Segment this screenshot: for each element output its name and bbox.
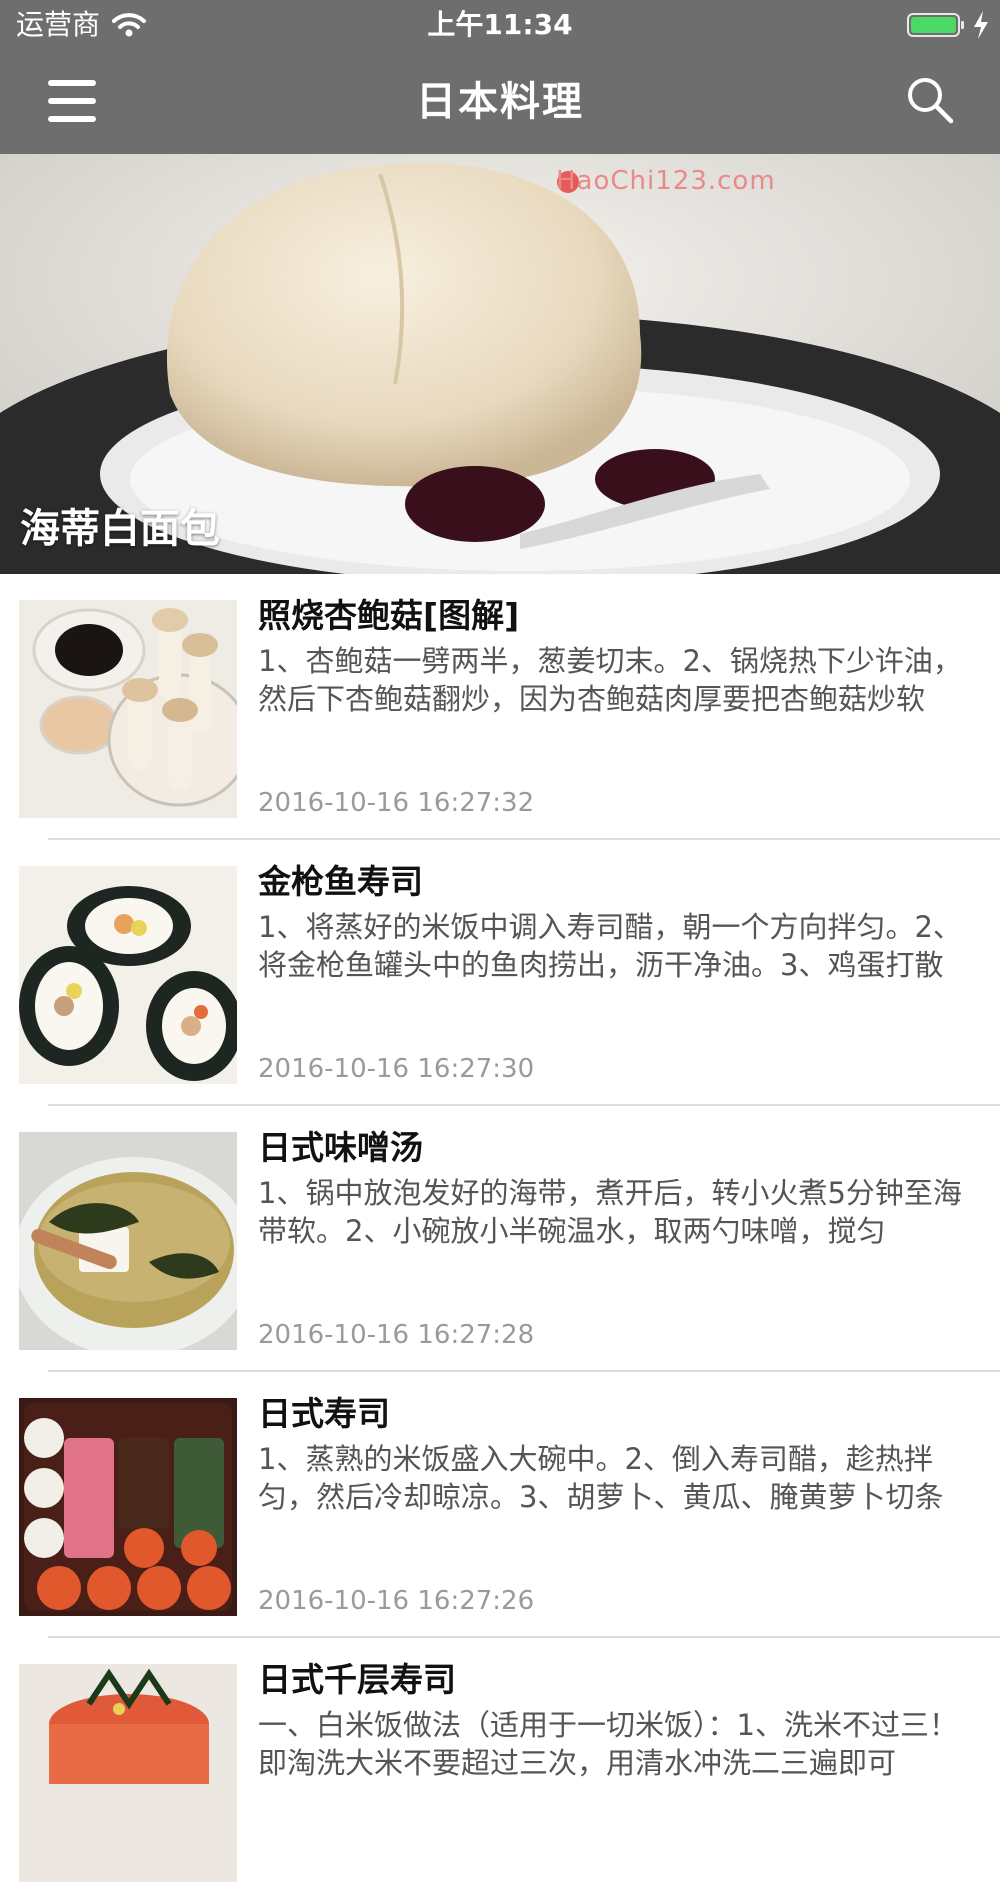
- banner-title: 海蒂白面包: [20, 506, 220, 552]
- recipe-title: 日式味噌汤: [258, 1128, 423, 1167]
- list-item[interactable]: 金枪鱼寿司 1、将蒸好的米饭中调入寿司醋，朝一个方向拌匀。2、将金枪鱼罐头中的鱼…: [0, 840, 1000, 1106]
- recipe-thumbnail: [19, 600, 237, 818]
- list-item[interactable]: 日式千层寿司 一、白米饭做法（适用于一切米饭）：1、洗米不过三！即淘洗大米不要超…: [0, 1638, 1000, 1904]
- recipe-thumbnail: [19, 1398, 237, 1616]
- watermark: HaoChi123.com: [556, 166, 776, 196]
- recipe-title: 金枪鱼寿司: [258, 862, 423, 901]
- recipe-thumbnail: [19, 866, 237, 1084]
- recipe-thumbnail: [19, 1664, 237, 1882]
- recipe-title: 日式千层寿司: [258, 1660, 456, 1699]
- recipe-timestamp: 2016-10-16 16:27:28: [258, 1320, 535, 1350]
- recipe-summary: 1、锅中放泡发好的海带，煮开后，转小火煮5分钟至海带软。2、小碗放小半碗温水，取…: [258, 1176, 962, 1248]
- recipe-title: 日式寿司: [258, 1394, 390, 1433]
- recipe-title: 照烧杏鲍菇[图解]: [258, 596, 520, 635]
- battery-icon: [907, 13, 964, 37]
- charging-icon: [974, 11, 988, 39]
- recipe-summary: 1、杏鲍菇一劈两半，葱姜切末。2、锅烧热下少许油，然后下杏鲍菇翻炒，因为杏鲍菇肉…: [258, 644, 962, 716]
- recipe-summary: 一、白米饭做法（适用于一切米饭）：1、洗米不过三！即淘洗大米不要超过三次，用清水…: [258, 1708, 958, 1780]
- recipe-summary: 1、蒸熟的米饭盛入大碗中。2、倒入寿司醋，趁热拌匀，然后冷却晾凉。3、胡萝卜、黄…: [258, 1442, 944, 1514]
- recipe-thumbnail: [19, 1132, 237, 1350]
- status-bar: 运营商 上午11:34: [0, 0, 1000, 50]
- recipe-timestamp: 2016-10-16 16:27:30: [258, 1054, 535, 1084]
- search-icon[interactable]: [904, 74, 956, 126]
- recipe-timestamp: 2016-10-16 16:27:32: [258, 788, 535, 818]
- recipe-list: 照烧杏鲍菇[图解] 1、杏鲍菇一劈两半，葱姜切末。2、锅烧热下少许油，然后下杏鲍…: [0, 574, 1000, 1904]
- recipe-summary: 1、将蒸好的米饭中调入寿司醋，朝一个方向拌匀。2、将金枪鱼罐头中的鱼肉捞出，沥干…: [258, 910, 962, 982]
- clock: 上午11:34: [427, 8, 573, 41]
- list-item[interactable]: 日式寿司 1、蒸熟的米饭盛入大碗中。2、倒入寿司醋，趁热拌匀，然后冷却晾凉。3、…: [0, 1372, 1000, 1638]
- recipe-timestamp: 2016-10-16 16:27:26: [258, 1586, 535, 1616]
- list-item[interactable]: 照烧杏鲍菇[图解] 1、杏鲍菇一劈两半，葱姜切末。2、锅烧热下少许油，然后下杏鲍…: [0, 574, 1000, 840]
- list-item[interactable]: 日式味噌汤 1、锅中放泡发好的海带，煮开后，转小火煮5分钟至海带软。2、小碗放小…: [0, 1106, 1000, 1372]
- navigation-bar: 日本料理: [0, 50, 1000, 154]
- featured-banner[interactable]: HaoChi123.com 海蒂白面包: [0, 154, 1000, 574]
- page-title: 日本料理: [416, 79, 584, 125]
